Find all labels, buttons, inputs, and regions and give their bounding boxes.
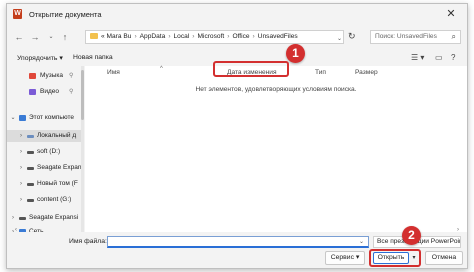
address-separator[interactable]: › — [227, 33, 229, 40]
address-segment[interactable]: Local — [174, 33, 190, 40]
sidebar-item-label: soft (D:) — [37, 148, 61, 155]
preview-pane-icon[interactable]: ▭ — [435, 53, 443, 62]
title-bar: W Открытие документа ✕ — [7, 4, 467, 24]
sort-caret-icon: ^ — [160, 66, 163, 72]
pin-icon: ⚲ — [69, 73, 74, 79]
step-badge-2: 2 — [402, 226, 421, 245]
address-segment[interactable]: Office — [232, 33, 249, 40]
column-type[interactable]: Тип — [315, 69, 326, 76]
tools-label: Сервис — [330, 254, 354, 261]
computer-icon — [19, 115, 26, 121]
music-icon — [29, 73, 36, 79]
sidebar-item-label: Новый том (F — [37, 180, 78, 187]
drive-icon — [19, 217, 26, 220]
scroll-left-icon[interactable]: ‹ — [15, 227, 17, 233]
help-icon[interactable]: ? — [451, 53, 455, 62]
sidebar-item-label: Музыка — [40, 72, 63, 79]
sidebar-item[interactable]: › Seagate Expansi — [7, 212, 81, 224]
address-separator[interactable]: › — [134, 33, 136, 40]
new-folder-button[interactable]: Новая папка — [73, 54, 113, 61]
word-icon: W — [13, 9, 22, 19]
refresh-icon[interactable]: ↻ — [348, 31, 356, 42]
sidebar-item-label: content (G:) — [37, 196, 72, 203]
sidebar-item-label: Видео — [40, 88, 59, 95]
drive-icon — [27, 183, 34, 186]
address-segments: Mara Bu › AppData › Local › Microsoft › Office › U… — [107, 33, 298, 40]
cancel-button[interactable]: Отмена — [425, 251, 463, 265]
filename-dropdown-icon[interactable]: ⌄ — [359, 238, 364, 245]
search-icon: ⌕ — [451, 32, 456, 41]
search-input[interactable]: Поиск: UnsavedFiles ⌕ — [370, 30, 461, 44]
open-dropdown-icon[interactable]: ▾ — [410, 252, 418, 264]
sidebar-item[interactable]: › Seagate Expan — [7, 162, 81, 174]
sidebar-item[interactable]: › soft (D:) — [7, 146, 81, 158]
address-prefix: « — [101, 33, 105, 40]
drive-icon — [27, 199, 34, 202]
sidebar-item-label: Seagate Expan — [37, 164, 81, 171]
drive-icon — [27, 151, 34, 154]
pin-icon: ⚲ — [69, 89, 74, 95]
expand-chevron-icon[interactable]: › — [17, 130, 25, 142]
address-separator[interactable]: › — [253, 33, 255, 40]
close-icon[interactable]: ✕ — [439, 6, 463, 22]
navigation-pane: Музыка ⚲ Видео ⚲ ⌄ Этот компьюте › Локальный д ›… — [7, 66, 81, 232]
up-arrow-icon[interactable]: ↑ — [59, 31, 71, 43]
sidebar-item[interactable]: Видео ⚲ — [7, 86, 81, 98]
open-highlight: Открыть ▾ — [369, 249, 421, 267]
sidebar-item[interactable]: ⌄ Этот компьюте — [7, 112, 81, 124]
open-button[interactable]: Открыть — [373, 252, 409, 264]
sidebar-item[interactable]: › content (G:) — [7, 194, 81, 206]
empty-message: Нет элементов, удовлетворяющих условиям … — [195, 86, 357, 93]
tools-button[interactable]: Сервис ▾ — [325, 251, 365, 265]
sidebar-item-label: Этот компьюте — [29, 114, 74, 121]
sidebar-item-label: Локальный д — [37, 132, 77, 139]
view-options-icon[interactable]: ☰ ▾ — [411, 53, 424, 62]
expand-chevron-icon[interactable]: ⌄ — [9, 112, 17, 124]
expand-chevron-icon[interactable]: › — [17, 162, 25, 174]
scroll-right-icon[interactable]: › — [457, 227, 459, 233]
scrollbar-thumb[interactable] — [81, 70, 84, 120]
column-name[interactable]: Имя — [107, 69, 120, 76]
expand-chevron-icon[interactable]: › — [17, 146, 25, 158]
address-dropdown-icon[interactable]: ⌄ — [337, 35, 342, 42]
column-size[interactable]: Размер — [355, 69, 378, 76]
expand-chevron-icon[interactable]: › — [17, 178, 25, 190]
address-bar[interactable]: « Mara Bu › AppData › Local › Microsoft › Office… — [85, 30, 344, 44]
sidebar-item[interactable]: › Новый том (F — [7, 178, 81, 190]
address-separator[interactable]: › — [168, 33, 170, 40]
navigation-scrollbar[interactable] — [81, 66, 84, 232]
organize-button[interactable]: Упорядочить ▾ — [17, 54, 63, 62]
folder-icon — [90, 33, 98, 39]
address-segment[interactable]: Mara Bu — [107, 33, 132, 40]
search-placeholder: Поиск: UnsavedFiles — [375, 33, 437, 40]
file-list: Имя ^ Дата изменения Тип Размер Нет элем… — [85, 66, 467, 232]
filename-input[interactable] — [107, 236, 369, 248]
dialog-footer: Имя файла: ⌄ Все презентации PowerPoint … — [7, 234, 467, 268]
drive-icon — [27, 167, 34, 170]
sidebar-item[interactable]: Музыка ⚲ — [7, 70, 81, 82]
address-segment[interactable]: UnsavedFiles — [258, 33, 298, 40]
sidebar-item[interactable]: › Локальный д — [7, 130, 81, 142]
expand-chevron-icon[interactable]: › — [17, 194, 25, 206]
window-title: Открытие документа — [29, 10, 102, 19]
step-badge-1: 1 — [286, 44, 305, 63]
address-segment[interactable]: Microsoft — [197, 33, 224, 40]
drive-icon — [27, 135, 34, 138]
back-arrow-icon[interactable]: ← — [13, 31, 25, 43]
open-document-dialog: W Открытие документа ✕ ← → ⌄ ↑ « Mara Bu… — [6, 3, 468, 269]
video-icon — [29, 89, 36, 95]
address-separator[interactable]: › — [192, 33, 194, 40]
recent-locations-icon[interactable]: ⌄ — [45, 31, 57, 43]
expand-chevron-icon[interactable]: › — [9, 212, 17, 224]
sidebar-item-label: Seagate Expansi — [29, 214, 79, 221]
forward-arrow-icon[interactable]: → — [29, 31, 41, 43]
date-column-highlight — [213, 61, 289, 77]
address-segment[interactable]: AppData — [140, 33, 166, 40]
filename-label: Имя файла: — [69, 238, 107, 245]
navigation-bar: ← → ⌄ ↑ « Mara Bu › AppData › Local › Microsof… — [7, 26, 467, 48]
